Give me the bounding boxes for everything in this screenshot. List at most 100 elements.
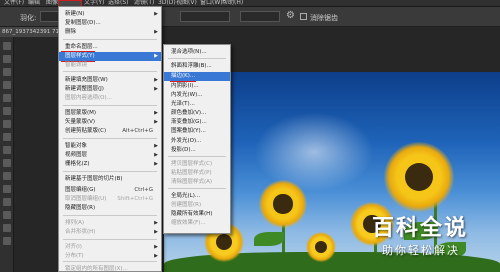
sky-glow [254, 112, 374, 192]
style-submenu-item[interactable]: 光泽(T)... [164, 100, 230, 109]
layer-menu-item[interactable]: 合并形状(H) ▶ [59, 228, 161, 237]
layer-menu-item[interactable]: 新建填充图层(W) ▶ [59, 76, 161, 85]
menu-item-label: 删除 [65, 29, 77, 35]
sunflower [306, 232, 336, 262]
style-submenu-item[interactable]: 全局光(L)... [164, 192, 230, 201]
menu-item-label: 复制图层(D)... [65, 20, 101, 26]
style-submenu-item[interactable]: 混合选项(N)... [164, 48, 230, 57]
menubar-item[interactable]: 视图(V) [176, 0, 197, 7]
layer-menu-item[interactable]: 矢量蒙版(V) ▶ [59, 118, 161, 127]
layer-menu-item[interactable]: 图层样式(Y) ▶ [59, 52, 161, 61]
menu-item-label: 新建调整图层(J) [65, 86, 104, 92]
menu-separator [63, 239, 157, 240]
lasso-tool-icon[interactable] [3, 68, 11, 76]
menu-item-label: 取消图层编组(U) [65, 196, 107, 202]
style-submenu-item[interactable]: 创建图层(R) [164, 201, 230, 210]
style-submenu-item[interactable]: 内阴影(I)... [164, 82, 230, 91]
gradient-tool-icon[interactable] [3, 185, 11, 193]
layer-menu-item[interactable]: 新建调整图层(J) ▶ [59, 85, 161, 94]
layer-menu-item[interactable]: 图层蒙版(M) ▶ [59, 109, 161, 118]
style-submenu-item[interactable]: 斜面和浮雕(B)... [164, 62, 230, 71]
document-tab[interactable]: 867_1937342391 71 @ [0, 27, 60, 37]
style-submenu-item[interactable]: 拷贝图层样式(C) [164, 160, 230, 169]
layer-menu-item[interactable]: 图层编组(G) Ctrl+G [59, 186, 161, 195]
menubar-item[interactable]: 图像 [46, 0, 58, 7]
layer-menu-item[interactable]: 复制图层(D)... [59, 19, 161, 28]
submenu-arrow-icon: ▶ [154, 29, 158, 35]
menu-item-label: 创建剪贴蒙版(C) [65, 128, 107, 134]
style-submenu-item[interactable]: 外发光(O)... [164, 137, 230, 146]
menubar-item[interactable]: 帮助(H) [222, 0, 243, 7]
sunflower [259, 180, 307, 228]
layer-menu-item[interactable]: 删除 ▶ [59, 28, 161, 37]
menu-item-label: 图层内容选项(O)... [65, 95, 112, 101]
submenu-arrow-icon: ▶ [154, 161, 158, 167]
text-tool-icon[interactable] [3, 237, 11, 245]
menu-item-label: 锁定组内的所有图层(X)... [65, 266, 128, 272]
leaf [254, 232, 284, 246]
style-submenu-item[interactable]: 投影(D)... [164, 146, 230, 155]
submenu-arrow-icon: ▶ [154, 77, 158, 83]
style-submenu-item[interactable]: 颜色叠加(V)... [164, 109, 230, 118]
style-submenu-item[interactable]: 描边(K)... [164, 72, 230, 81]
style-submenu-item[interactable]: 图案叠加(Y)... [164, 127, 230, 136]
submenu-arrow-icon: ▶ [154, 86, 158, 92]
move-tool-icon[interactable] [3, 42, 11, 50]
menu-item-label: 重命名图层... [65, 44, 98, 50]
menu-item-label: 合并形状(H) [65, 229, 96, 235]
layer-menu-item[interactable]: 栅格化(Z) ▶ [59, 160, 161, 169]
style-submenu-item[interactable]: 缩放效果(F)... [164, 219, 230, 228]
menu-item-shortcut: Shift+Ctrl+G [117, 196, 153, 202]
menu-item-label: 隐藏图层(R) [65, 205, 96, 211]
layer-menu-item[interactable]: 视频图层 ▶ [59, 151, 161, 160]
layer-menu-item[interactable]: 对齐(I) ▶ [59, 243, 161, 252]
crop-tool-icon[interactable] [3, 94, 11, 102]
layer-style-submenu: 混合选项(N)... 斜面和浮雕(B)... 描边(K)... 内阴影(I)... 内发… [163, 44, 231, 234]
style-submenu-item[interactable]: 渐变叠加(G)... [164, 118, 230, 127]
layer-menu-item[interactable]: 取消图层编组(U) Shift+Ctrl+G [59, 195, 161, 204]
tools-panel [0, 37, 14, 272]
layer-menu-item[interactable]: 排列(A) ▶ [59, 219, 161, 228]
width-input[interactable] [240, 11, 280, 22]
layer-menu-item[interactable]: 新建基于图层的切片(B) [59, 175, 161, 184]
layer-menu-item[interactable]: 隐藏图层(R) [59, 204, 161, 213]
style-submenu-item[interactable]: 清除图层样式(A) [164, 178, 230, 187]
wand-tool-icon[interactable] [3, 81, 11, 89]
menu-item-label: 新建(N) [65, 11, 85, 17]
pen-tool-icon[interactable] [3, 224, 11, 232]
menubar-item[interactable]: 窗口(W) [200, 0, 223, 7]
dodge-tool-icon[interactable] [3, 211, 11, 219]
style-submenu-item[interactable]: 隐藏所有效果(H) [164, 210, 230, 219]
style-select[interactable] [180, 11, 230, 22]
eraser-tool-icon[interactable] [3, 172, 11, 180]
submenu-arrow-icon: ▶ [154, 110, 158, 116]
gear-icon[interactable]: ⚙ [286, 10, 295, 21]
layer-menu-item[interactable]: 图层内容选项(O)... [59, 94, 161, 103]
brush-tool-icon[interactable] [3, 133, 11, 141]
marquee-tool-icon[interactable] [3, 55, 11, 63]
layer-menu-item[interactable]: 新建(N) ▶ [59, 10, 161, 19]
layer-menu-item[interactable]: 重命名图层... [59, 43, 161, 52]
healing-tool-icon[interactable] [3, 120, 11, 128]
submenu-arrow-icon: ▶ [154, 244, 158, 250]
menu-item-label: 图层编组(G) [65, 187, 96, 193]
style-submenu-item[interactable]: 粘贴图层样式(P) [164, 169, 230, 178]
menubar-item[interactable]: 文件(F) [4, 0, 24, 7]
menu-separator [63, 171, 157, 172]
blur-tool-icon[interactable] [3, 198, 11, 206]
menu-item-label: 排列(A) [65, 220, 85, 226]
menubar-item[interactable]: 编辑 [28, 0, 40, 7]
eyedropper-tool-icon[interactable] [3, 107, 11, 115]
history-brush-icon[interactable] [3, 159, 11, 167]
menu-item-label: 图层样式(Y) [65, 53, 95, 59]
layer-menu-item[interactable]: 锁定组内的所有图层(X)... [59, 265, 161, 272]
antialias-checkbox[interactable] [300, 13, 307, 20]
layer-menu-item[interactable]: 智能滤镜 [59, 61, 161, 70]
menu-separator [63, 138, 157, 139]
layer-menu-item[interactable]: 智能对象 ▶ [59, 142, 161, 151]
stamp-tool-icon[interactable] [3, 146, 11, 154]
layer-menu-item[interactable]: 创建剪贴蒙版(C) Alt+Ctrl+G [59, 127, 161, 136]
style-submenu-item[interactable]: 内发光(W)... [164, 91, 230, 100]
layer-menu-item[interactable]: 分布(T) ▶ [59, 252, 161, 261]
menu-separator [168, 156, 226, 157]
